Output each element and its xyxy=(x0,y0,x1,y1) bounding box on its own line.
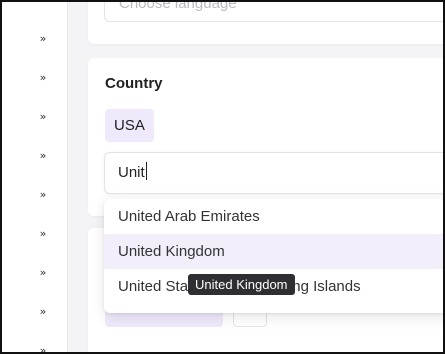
country-label: Country xyxy=(105,75,163,92)
expand-icon[interactable]: » xyxy=(33,341,51,353)
left-rail: » » » » » » » » » xyxy=(2,2,68,353)
expand-icon[interactable]: » xyxy=(33,224,51,242)
app-frame: » » » » » » » » » Choose language Countr… xyxy=(0,0,445,354)
option-tooltip: United Kingdom xyxy=(188,274,295,295)
expand-icon[interactable]: » xyxy=(33,302,51,320)
expand-icon[interactable]: » xyxy=(33,146,51,164)
expand-icon[interactable]: » xyxy=(33,263,51,281)
expand-icon[interactable]: » xyxy=(33,185,51,203)
expand-icon[interactable]: » xyxy=(33,107,51,125)
option-united-kingdom[interactable]: United Kingdom xyxy=(104,234,443,269)
language-select[interactable]: Choose language xyxy=(104,2,443,22)
country-dropdown: United Arab Emirates United Kingdom Unit… xyxy=(104,199,443,313)
country-search-value: Unit xyxy=(118,164,145,181)
selected-country-chip[interactable]: USA xyxy=(105,109,154,142)
country-search-input[interactable]: Unit xyxy=(104,152,443,194)
option-united-arab-emirates[interactable]: United Arab Emirates xyxy=(104,199,443,234)
expand-icon[interactable]: » xyxy=(33,68,51,86)
text-caret xyxy=(145,162,147,180)
expand-icon[interactable]: » xyxy=(33,29,51,47)
